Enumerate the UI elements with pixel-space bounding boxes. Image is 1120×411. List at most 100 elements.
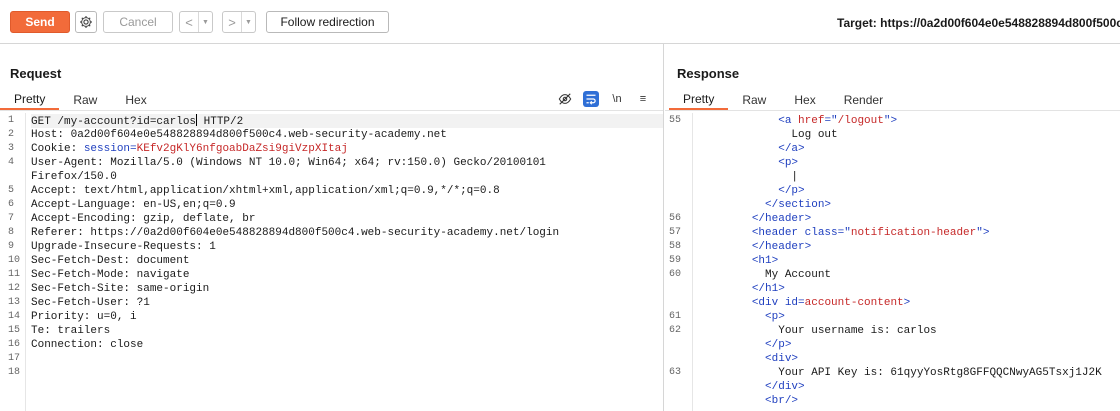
header-name: Upgrade-Insecure-Requests: <box>31 241 210 253</box>
header-name: Sec-Fetch-Dest: <box>31 255 137 267</box>
settings-button[interactable] <box>75 11 97 33</box>
header-value: navigate <box>136 269 190 281</box>
request-line: Referer: https://0a2d00f604e0e548828894d… <box>31 226 663 240</box>
request-code[interactable]: GET /my-account?id=carlos HTTP/2 Host: 0a… <box>31 114 663 380</box>
target-url[interactable]: Target: https://0a2d00f604e0e548828894d8… <box>837 16 1120 30</box>
header-value: u=0, i <box>97 311 137 323</box>
header-value: same-origin <box>136 283 210 295</box>
html-tag: > <box>903 297 911 309</box>
send-button[interactable]: Send <box>10 11 70 33</box>
line-number: 16 <box>8 339 21 350</box>
header-value: ?1 <box>136 297 150 309</box>
request-line: Priority: u=0, i <box>31 310 663 324</box>
response-tab-pretty[interactable]: Pretty <box>669 90 729 110</box>
line-number: 6 <box>8 199 15 210</box>
line-number: 59 <box>669 255 682 266</box>
html-tag: </h1> <box>751 283 785 295</box>
cookie-name: session= <box>83 143 137 155</box>
html-tag: <p> <box>765 311 785 323</box>
header-value: text/html,application/xhtml+xml,applicat… <box>83 185 500 197</box>
header-name: Cookie: <box>31 143 84 155</box>
html-tag: <div> <box>765 353 799 365</box>
response-line: | <box>699 170 1120 184</box>
response-tab-render[interactable]: Render <box>830 90 897 110</box>
header-value: 0a2d00f604e0e548828894d800f500c4.web-sec… <box>70 129 447 141</box>
response-line: </p> <box>699 184 1120 198</box>
back-history-dropdown[interactable]: ▼ <box>198 12 212 32</box>
header-name: User-Agent: <box>31 157 111 169</box>
line-number: 2 <box>8 129 15 140</box>
response-line: <h1> <box>699 254 1120 268</box>
request-editor[interactable]: 1 2 3 4 5 6 7 8 9 10 11 12 13 14 15 16 17 18 GET /my-acco… <box>0 113 663 411</box>
follow-redirection-button[interactable]: Follow redirection <box>266 11 389 33</box>
response-line: </a> <box>699 142 1120 156</box>
request-gutter: 1 2 3 4 5 6 7 8 9 10 11 12 13 14 15 16 17 18 <box>0 113 26 411</box>
request-tab-pretty[interactable]: Pretty <box>0 90 60 110</box>
response-line: <a href="/logout"> <box>699 114 1120 128</box>
html-tag: "> <box>976 227 990 239</box>
request-line: Upgrade-Insecure-Requests: 1 <box>31 240 663 254</box>
response-panel: Response Pretty Raw Hex Render 55 56 57 58 5… <box>665 44 1120 411</box>
request-tab-raw[interactable]: Raw <box>59 90 111 110</box>
request-line-text: GET /my-account?id= <box>31 116 157 128</box>
attribute-value: account-content <box>804 297 904 309</box>
html-tag: =" <box>824 115 838 127</box>
cookie-value: KEfv2gKlY6nfgoabDaZsi9giVzpXItaj <box>136 143 348 155</box>
newline-toggle-icon[interactable]: \n <box>609 91 625 107</box>
request-tab-hex[interactable]: Hex <box>111 90 160 110</box>
header-value: Mozilla/5.0 (Windows NT 10.0; Win64; x64… <box>110 157 546 169</box>
hide-icon[interactable] <box>557 91 573 107</box>
header-name: Accept-Language: <box>31 199 144 211</box>
html-tag: id <box>784 297 799 309</box>
request-tab-divider <box>0 110 663 111</box>
forward-button[interactable]: > <box>223 12 241 32</box>
response-gutter: 55 56 57 58 59 60 61 62 63 <box>665 113 693 411</box>
request-line: User-Agent: Mozilla/5.0 (Windows NT 10.0… <box>31 156 663 170</box>
cancel-button[interactable]: Cancel <box>103 11 173 33</box>
header-value: https://0a2d00f604e0e548828894d800f500c4… <box>90 227 560 239</box>
request-line: Sec-Fetch-Site: same-origin <box>31 282 663 296</box>
back-button[interactable]: < <box>180 12 198 32</box>
line-number: 1 <box>8 115 15 126</box>
line-number: 12 <box>8 283 21 294</box>
back-nav: < ▼ <box>179 11 213 33</box>
response-code[interactable]: <a href="/logout"> Log out </a> <p> | </… <box>699 114 1120 411</box>
response-editor[interactable]: 55 56 57 58 59 60 61 62 63 <a href="/logout"> Lo… <box>665 113 1120 411</box>
forward-history-dropdown[interactable]: ▼ <box>241 12 255 32</box>
request-line: Cookie: session=KEfv2gKlY6nfgoabDaZsi9gi… <box>31 142 663 156</box>
request-line: Host: 0a2d00f604e0e548828894d800f500c4.w… <box>31 128 663 142</box>
response-line: <p> <box>699 310 1120 324</box>
line-number: 56 <box>669 213 682 224</box>
line-number: 60 <box>669 269 682 280</box>
line-number: 55 <box>669 115 682 126</box>
html-tag: </div> <box>765 381 805 393</box>
request-line: Te: trailers <box>31 324 663 338</box>
response-tab-hex[interactable]: Hex <box>780 90 829 110</box>
forward-nav: > ▼ <box>222 11 256 33</box>
response-line: <header class="notification-header"> <box>699 226 1120 240</box>
response-line: <p> <box>699 156 1120 170</box>
header-name: Sec-Fetch-User: <box>31 297 137 309</box>
wrap-lines-icon[interactable] <box>583 91 599 107</box>
response-tab-raw[interactable]: Raw <box>728 90 780 110</box>
html-tag: </a> <box>778 143 805 155</box>
html-tag: </p> <box>765 339 792 351</box>
menu-icon[interactable]: ≡ <box>635 91 651 107</box>
html-tag: <br/> <box>765 395 799 407</box>
line-number: 57 <box>669 227 682 238</box>
response-line: </header> <box>699 240 1120 254</box>
line-number: 61 <box>669 311 682 322</box>
line-number: 3 <box>8 143 15 154</box>
response-line: <br/> <box>699 394 1120 408</box>
response-line: Log out <box>699 128 1120 142</box>
header-name: Accept: <box>31 185 84 197</box>
response-line: Your API Key is: 61qyyYosRtg8GFFQQCNwyAG… <box>699 366 1120 380</box>
